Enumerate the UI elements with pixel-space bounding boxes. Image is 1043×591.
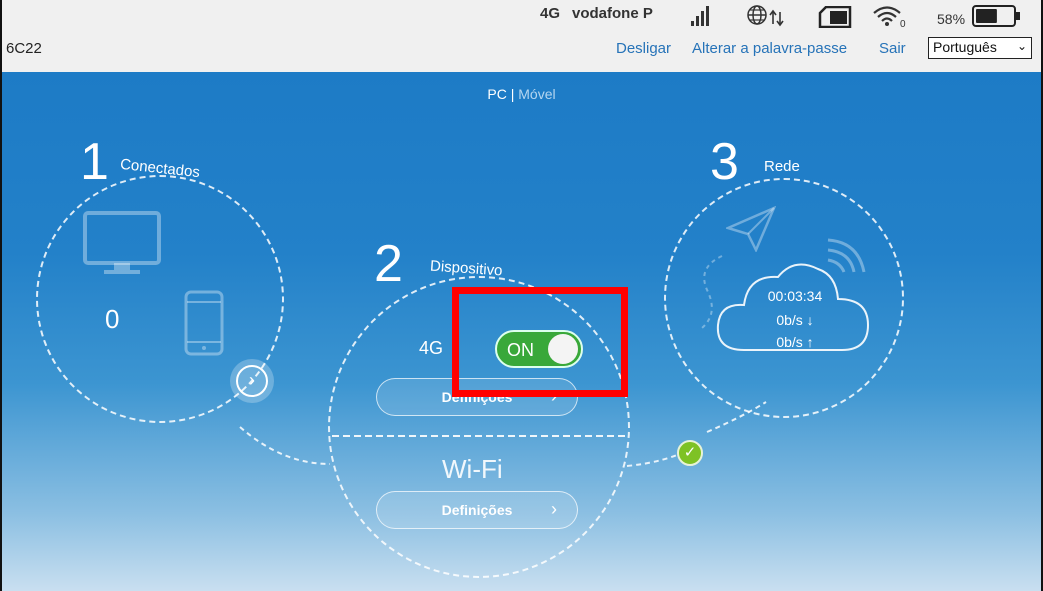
wifi-settings-button[interactable]: Definições › [376, 491, 578, 529]
chevron-right-icon: › [236, 365, 268, 397]
disconnect-link[interactable]: Desligar [616, 40, 671, 57]
dashboard-main: PC | Móvel 1 Conectados 0 › 2 Dispositiv… [2, 72, 1041, 591]
device-name: 6C22 [6, 40, 42, 57]
logout-link[interactable]: Sair [879, 40, 906, 57]
network-title: Rede [764, 158, 800, 175]
operator-label: vodafone P [572, 5, 653, 22]
phone-icon [184, 290, 224, 356]
connected-step-number: 1 [80, 133, 109, 191]
wifi-label: Wi-Fi [442, 454, 503, 484]
wifi-settings-label: Definições [441, 502, 513, 518]
network-type-label: 4G [540, 5, 561, 22]
monitor-icon [83, 211, 161, 274]
wifi-icon: 0 [873, 6, 906, 28]
top-bar: 4G vodafone P 0 58% 6C22 Desligar Altera… [2, 0, 1041, 72]
battery-percent: 58% [937, 11, 966, 27]
network-step-number: 3 [710, 133, 739, 191]
check-icon: ✓ [677, 440, 703, 466]
svg-text:0: 0 [900, 19, 906, 28]
language-select[interactable]: Português ⌄ [928, 37, 1032, 59]
connection-duration: 00:03:34 [767, 288, 823, 304]
signal-bars-icon [691, 6, 709, 26]
connected-expand-button[interactable]: › [230, 359, 274, 403]
network-4g-label: 4G [419, 338, 444, 358]
sim-card-icon [818, 6, 852, 28]
globe-data-icon [747, 5, 784, 27]
device-step-number: 2 [374, 235, 403, 293]
router-dashboard: 4G vodafone P 0 58% 6C22 Desligar Altera… [0, 0, 1043, 591]
language-select-value: Português [933, 39, 997, 55]
upload-speed: 0b/s ↑ [776, 334, 814, 350]
chevron-down-icon: ⌄ [1016, 39, 1027, 53]
chevron-right-icon: › [551, 499, 557, 519]
download-speed: 0b/s ↓ [776, 312, 814, 328]
battery-icon [972, 5, 1020, 27]
connected-count: 0 [105, 304, 120, 334]
paper-plane-icon [726, 206, 776, 252]
highlight-box [452, 287, 628, 397]
change-password-link[interactable]: Alterar a palavra-passe [692, 40, 847, 57]
